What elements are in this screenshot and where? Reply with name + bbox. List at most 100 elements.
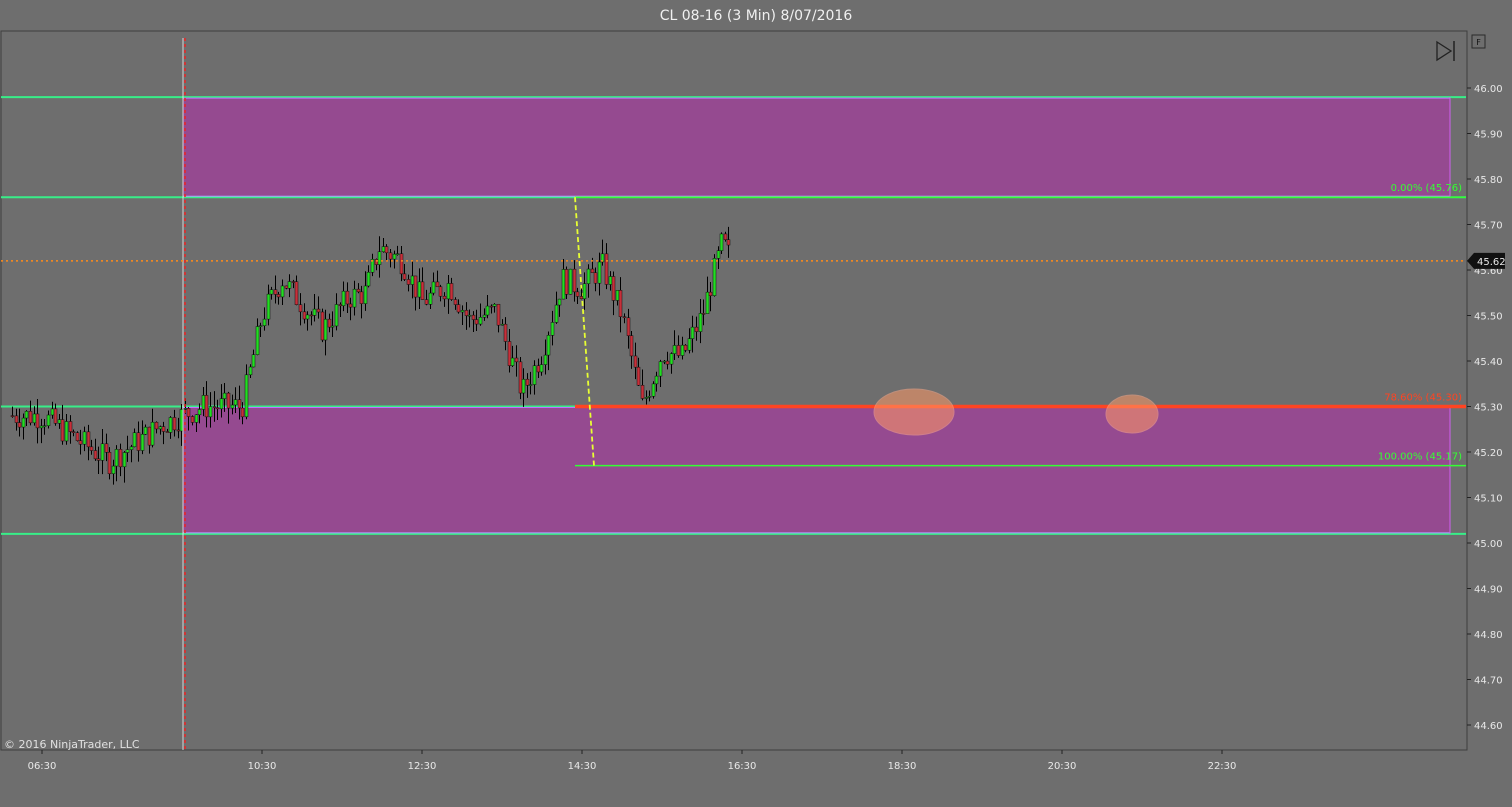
candle-body-16: [68, 421, 73, 432]
candle-body-60: [226, 392, 231, 409]
candle-body-112: [413, 275, 418, 298]
candle-body-29: [114, 449, 119, 467]
candle-body-99: [366, 271, 371, 287]
candle-body-130: [478, 316, 483, 325]
candle-body-113: [417, 281, 422, 298]
candle-body-49: [186, 408, 191, 417]
candle-body-156: [572, 268, 577, 293]
candle-body-91: [338, 304, 343, 307]
candle-body-159: [582, 283, 587, 300]
candle-body-45: [172, 417, 177, 431]
candle-body-116: [428, 292, 433, 305]
candle-body-77: [287, 281, 292, 289]
time-axis[interactable]: 06:30 10:30 12:30 14:30 16:30 18:30 20:30 22:30: [28, 750, 1237, 772]
y-tick-label-12: 44.80: [1474, 630, 1503, 641]
candle-body-31: [122, 452, 127, 468]
candle-body-161: [590, 268, 595, 273]
candle-body-8: [39, 425, 44, 429]
fixed-scale-toggle[interactable]: F: [1471, 34, 1486, 49]
candle-body-12: [53, 408, 58, 424]
candle-body-190: [694, 326, 699, 332]
candle-body-125: [460, 310, 465, 313]
y-tick-label-9: 45.10: [1474, 494, 1503, 505]
candle-body-174: [636, 366, 641, 386]
candle-body-10: [46, 414, 51, 426]
candle-body-197: [719, 233, 724, 251]
candle-body-4: [24, 411, 29, 419]
candle-body-195: [712, 258, 717, 296]
candle-body-126: [464, 310, 469, 316]
x-tick-label-7: 22:30: [1208, 761, 1237, 772]
zone-box-1: [183, 406, 1450, 534]
candle-body-180: [658, 361, 663, 377]
price-axis[interactable]: 46.0045.9045.8045.7045.6045.5045.4045.30…: [1467, 84, 1503, 732]
candle-body-135: [496, 303, 501, 326]
candle-body-118: [435, 281, 440, 288]
candle-body-136: [500, 323, 505, 326]
candle-body-107: [395, 253, 400, 255]
candle-body-41: [158, 426, 163, 430]
candle-body-184: [672, 345, 677, 354]
candle-body-27: [107, 452, 112, 474]
candle-body-198: [723, 233, 728, 240]
candle-body-194: [708, 291, 713, 296]
candle-body-58: [219, 398, 224, 410]
candle-body-40: [154, 421, 159, 430]
candle-body-67: [251, 354, 256, 368]
candle-body-34: [132, 432, 137, 448]
candle-body-101: [374, 259, 379, 265]
candle-body-193: [705, 291, 710, 314]
candle-body-78: [291, 281, 296, 283]
candle-body-0: [10, 415, 15, 417]
y-tick-label-11: 44.90: [1474, 585, 1503, 596]
y-tick-label-13: 44.70: [1474, 676, 1503, 687]
y-tick-label-10: 45.00: [1474, 539, 1503, 550]
candle-body-106: [392, 253, 397, 260]
candle-body-183: [669, 353, 674, 365]
candle-body-36: [140, 433, 145, 451]
candle-body-20: [82, 431, 87, 445]
candle-body-133: [489, 305, 494, 308]
candle-body-50: [190, 416, 195, 423]
candle-body-138: [507, 341, 512, 366]
candle-body-93: [345, 290, 350, 305]
candle-body-80: [298, 304, 303, 313]
candle-body-128: [471, 314, 476, 320]
candle-body-74: [276, 294, 281, 298]
candle-body-172: [629, 335, 634, 357]
candle-body-37: [143, 426, 148, 435]
candle-body-192: [701, 313, 706, 315]
candle-body-196: [716, 250, 721, 259]
candle-body-59: [222, 392, 227, 399]
candle-body-151: [554, 304, 559, 323]
candle-body-199: [726, 239, 731, 246]
candle-body-88: [327, 318, 332, 328]
candle-body-144: [528, 384, 533, 386]
candle-body-39: [150, 421, 155, 446]
candle-body-3: [21, 417, 26, 428]
candle-body-38: [147, 426, 152, 446]
candle-body-2: [17, 422, 22, 428]
candle-body-141: [518, 361, 523, 394]
candle-body-84: [312, 308, 317, 316]
candle-body-96: [356, 288, 361, 293]
candle-body-1: [14, 415, 19, 423]
candle-body-139: [510, 357, 515, 366]
candle-body-24: [96, 458, 101, 461]
candle-body-105: [388, 252, 393, 260]
candle-body-137: [503, 323, 508, 342]
candle-body-90: [334, 304, 339, 327]
candle-body-5: [28, 411, 33, 424]
candle-body-82: [305, 314, 310, 320]
candle-body-114: [420, 281, 425, 300]
x-tick-label-2: 12:30: [408, 761, 437, 772]
candle-body-176: [644, 397, 649, 399]
candle-body-152: [557, 298, 562, 306]
candle-body-124: [456, 304, 461, 313]
candle-body-14: [60, 419, 65, 442]
candle-body-13: [57, 419, 62, 424]
chart-canvas[interactable]: 0.00% (45.76) 78.60% (45.30) 100.00% (45.1…: [0, 0, 1512, 807]
candle-body-110: [406, 279, 411, 285]
fib-label-1: 78.60% (45.30): [1384, 393, 1462, 404]
candle-body-98: [363, 285, 368, 304]
